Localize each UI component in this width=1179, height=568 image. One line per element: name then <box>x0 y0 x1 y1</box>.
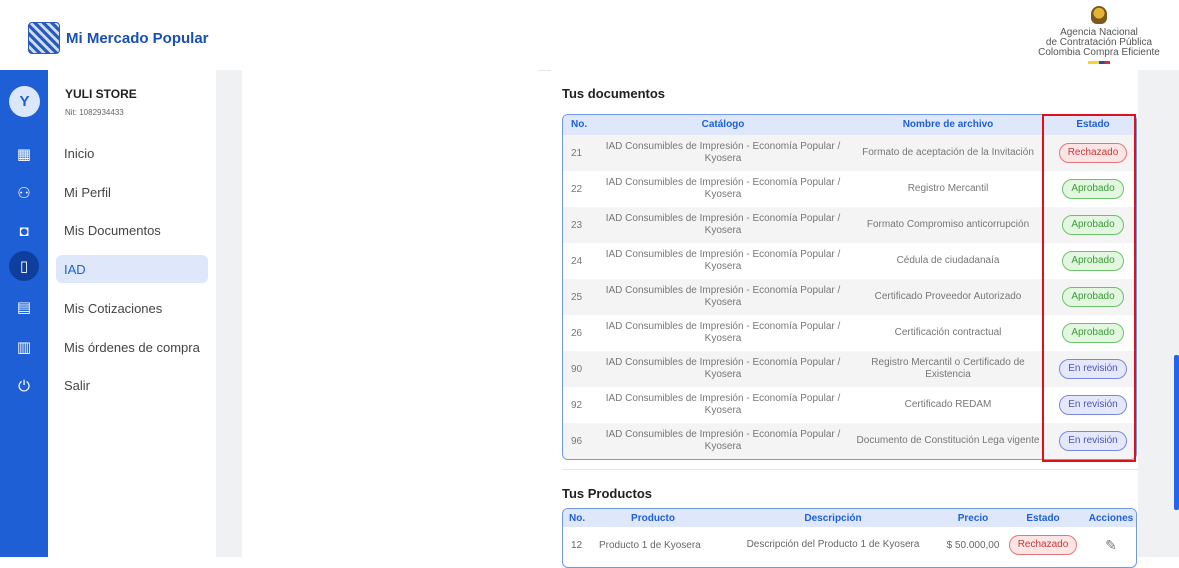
products-table-header: No. Producto Descripción Precio Estado A… <box>563 509 1136 527</box>
row-catalog: IAD Consumibles de Impresión - Economía … <box>605 141 841 164</box>
row-file: Certificado REDAM <box>904 399 992 410</box>
content-gutter-left <box>216 70 242 557</box>
documents-title: Tus documentos <box>562 86 666 101</box>
edit-icon[interactable]: ✎ <box>1105 537 1117 554</box>
scrollbar-thumb[interactable] <box>1174 355 1179 510</box>
app-name: Mi Mercado Popular <box>66 30 209 47</box>
row-catalog: IAD Consumibles de Impresión - Economía … <box>605 177 841 200</box>
row-no: 24 <box>571 255 583 267</box>
row-file: Certificado Proveedor Autorizado <box>874 291 1022 302</box>
row-catalog: IAD Consumibles de Impresión - Economía … <box>605 213 841 236</box>
agency-line-3: Colombia Compra Eficiente <box>1038 47 1160 58</box>
row-no: 26 <box>571 327 583 339</box>
sidebar-item-iad[interactable]: IAD <box>56 255 208 283</box>
row-no: 90 <box>571 363 583 375</box>
agency-logo: Agencia Nacional de Contratación Pública… <box>1029 6 1169 64</box>
dashboard-icon[interactable]: ▦ <box>14 144 34 164</box>
store-nit: Nit: 1082934433 <box>65 108 124 117</box>
header-file: Nombre de archivo <box>902 119 994 130</box>
avatar[interactable]: Y <box>9 86 40 117</box>
row-file: Cédula de ciudadanaía <box>896 255 1000 266</box>
row-price: $ 50.000,00 <box>946 539 1000 551</box>
row-no: 96 <box>571 435 583 447</box>
table-row: 12 Producto 1 de Kyosera Descripción del… <box>563 527 1136 563</box>
status-column-highlight <box>1042 114 1136 462</box>
store-name: YULI STORE <box>65 87 137 101</box>
sidebar-item-inicio[interactable]: Inicio <box>56 139 208 167</box>
header-actions: Acciones <box>1088 513 1134 524</box>
header-product: Producto <box>631 513 675 524</box>
flag-stripe <box>1088 61 1110 64</box>
users-icon[interactable]: ⚇ <box>14 183 34 203</box>
row-no: 92 <box>571 399 583 411</box>
sidebar-item-mis-ordenes[interactable]: Mis órdenes de compra <box>56 333 208 361</box>
products-table: No. Producto Descripción Precio Estado A… <box>562 508 1137 568</box>
status-badge: Rechazado <box>1008 535 1078 555</box>
header-price: Precio <box>957 513 989 524</box>
briefcase-icon[interactable]: ◘ <box>14 221 34 241</box>
main-panel <box>242 70 538 557</box>
coat-of-arms-icon <box>1091 6 1107 24</box>
row-file: Documento de Constitución Lega vigente <box>856 435 1040 446</box>
document-icon[interactable]: ▯ <box>9 251 39 281</box>
receipt-icon[interactable]: ▤ <box>14 297 34 317</box>
row-file: Formato Compromiso anticorrupción <box>866 219 1030 230</box>
sidebar-item-mis-documentos[interactable]: Mis Documentos <box>56 216 208 244</box>
row-no: 25 <box>571 291 583 303</box>
sidebar-item-mi-perfil[interactable]: Mi Perfil <box>56 178 208 206</box>
row-no: 23 <box>571 219 583 231</box>
clipboard-icon[interactable]: ▥ <box>14 337 34 357</box>
row-file: Formato de aceptación de la Invitación <box>862 147 1034 158</box>
sidebar-item-mis-cotizaciones[interactable]: Mis Cotizaciones <box>56 294 208 322</box>
header-no: No. <box>569 513 586 524</box>
row-product: Producto 1 de Kyosera <box>599 539 701 551</box>
section-divider <box>562 469 1138 470</box>
row-catalog: IAD Consumibles de Impresión - Economía … <box>605 249 841 272</box>
row-no: 12 <box>571 539 583 551</box>
row-file: Registro Mercantil o Certificado de Exis… <box>871 357 1025 380</box>
header-catalog: Catálogo <box>701 119 745 130</box>
row-no: 21 <box>571 147 583 159</box>
products-title: Tus Productos <box>562 486 653 501</box>
row-catalog: IAD Consumibles de Impresión - Economía … <box>605 393 841 416</box>
content-gutter-right <box>1138 70 1179 557</box>
row-catalog: IAD Consumibles de Impresión - Economía … <box>605 357 841 380</box>
row-no: 22 <box>571 183 583 195</box>
sidebar-item-salir[interactable]: Salir <box>56 371 208 399</box>
power-icon[interactable]: ⏻ <box>14 376 34 396</box>
row-catalog: IAD Consumibles de Impresión - Economía … <box>605 285 841 308</box>
row-file: Certificación contractual <box>894 327 1002 338</box>
top-header: Mi Mercado Popular Agencia Nacional de C… <box>0 0 1179 71</box>
header-no: No. <box>571 119 588 130</box>
row-description: Descripción del Producto 1 de Kyosera <box>746 539 920 550</box>
row-catalog: IAD Consumibles de Impresión - Economía … <box>605 429 841 452</box>
header-description: Descripción <box>804 513 862 524</box>
app-logo <box>28 22 60 54</box>
row-file: Registro Mercantil <box>907 183 989 194</box>
header-status: Estado <box>1026 513 1060 524</box>
row-catalog: IAD Consumibles de Impresión - Economía … <box>605 321 841 344</box>
